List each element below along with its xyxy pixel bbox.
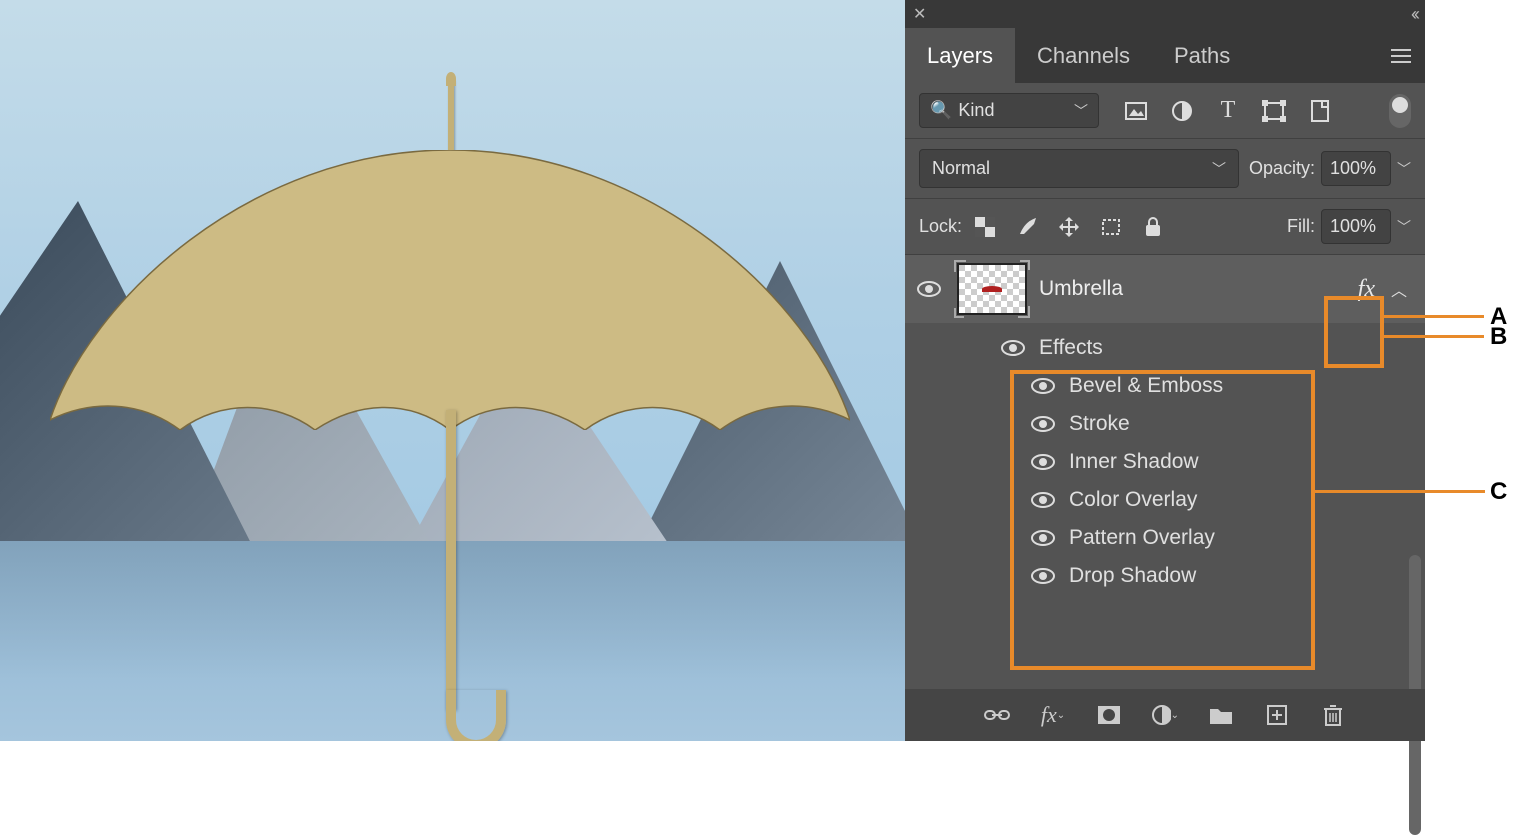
layers-list: Umbrella fx ︿ Effects Bevel & Emboss Str… (905, 255, 1425, 607)
filter-kind-label: Kind (958, 100, 994, 121)
effects-collapse-toggle[interactable]: ︿ (1391, 277, 1413, 301)
umbrella-artwork (50, 70, 850, 730)
effect-item[interactable]: Stroke (1001, 405, 1425, 443)
filter-kind-dropdown[interactable]: 🔍 Kind ﹀ (919, 93, 1099, 128)
fill-label: Fill: (1287, 216, 1315, 237)
visibility-toggle[interactable] (1031, 416, 1059, 432)
visibility-toggle[interactable] (1031, 378, 1059, 394)
blend-row: Normal ﹀ Opacity: 100% ﹀ (905, 139, 1425, 199)
effect-name: Color Overlay (1069, 488, 1197, 512)
chevron-down-icon: ﹀ (1074, 101, 1088, 121)
effect-item[interactable]: Color Overlay (1001, 481, 1425, 519)
group-icon[interactable] (1207, 701, 1235, 729)
delete-layer-icon[interactable] (1319, 701, 1347, 729)
layer-name[interactable]: Umbrella (1039, 277, 1123, 301)
opacity-input[interactable]: 100% (1321, 151, 1391, 186)
lock-transparency-icon[interactable] (972, 214, 998, 240)
panel-titlebar[interactable]: ✕ ‹‹ (905, 0, 1425, 28)
effect-name: Drop Shadow (1069, 564, 1196, 588)
lock-row: Lock: Fill: 100% ﹀ (905, 199, 1425, 255)
panel-bottom-toolbar: fx⌄ ⌄ (905, 689, 1425, 741)
layer-row-umbrella[interactable]: Umbrella fx ︿ (905, 255, 1425, 323)
annotation-leader-line (1384, 315, 1484, 318)
lock-all-icon[interactable] (1140, 214, 1166, 240)
chevron-down-icon: ﹀ (1212, 159, 1226, 179)
panel-tabs: Layers Channels Paths (905, 28, 1425, 83)
fill-stepper[interactable]: ﹀ (1397, 217, 1411, 237)
effect-item[interactable]: Drop Shadow (1001, 557, 1425, 595)
layer-mask-icon[interactable] (1095, 701, 1123, 729)
tab-paths[interactable]: Paths (1152, 28, 1252, 83)
effects-list: Effects Bevel & Emboss Stroke Inner Shad… (905, 323, 1425, 607)
effect-name: Stroke (1069, 412, 1130, 436)
blend-mode-dropdown[interactable]: Normal ﹀ (919, 149, 1239, 188)
new-layer-icon[interactable] (1263, 701, 1291, 729)
filter-pixel-icon[interactable] (1123, 98, 1149, 124)
layers-panel: ✕ ‹‹ Layers Channels Paths 🔍 Kind ﹀ T Nor… (905, 0, 1425, 741)
tab-channels[interactable]: Channels (1015, 28, 1152, 83)
filter-shape-icon[interactable] (1261, 98, 1287, 124)
close-icon[interactable]: ✕ (913, 4, 926, 24)
effects-heading: Effects (1039, 336, 1103, 360)
adjustment-layer-icon[interactable]: ⌄ (1151, 701, 1179, 729)
collapse-icon[interactable]: ‹‹ (1411, 4, 1417, 25)
effect-name: Bevel & Emboss (1069, 374, 1223, 398)
visibility-toggle[interactable] (1031, 530, 1059, 546)
visibility-toggle[interactable] (1031, 492, 1059, 508)
visibility-toggle[interactable] (917, 281, 945, 297)
visibility-toggle[interactable] (1031, 454, 1059, 470)
layer-thumbnail[interactable] (957, 263, 1027, 315)
annotation-label-b: B (1490, 323, 1507, 351)
filter-adjustment-icon[interactable] (1169, 98, 1195, 124)
effect-name: Inner Shadow (1069, 450, 1199, 474)
lock-label: Lock: (919, 216, 962, 237)
lock-position-icon[interactable] (1056, 214, 1082, 240)
annotation-leader-line (1315, 490, 1485, 493)
tab-layers[interactable]: Layers (905, 28, 1015, 83)
filter-toggle[interactable] (1389, 94, 1411, 128)
fill-input[interactable]: 100% (1321, 209, 1391, 244)
visibility-toggle[interactable] (1031, 568, 1059, 584)
opacity-label: Opacity: (1249, 158, 1315, 179)
effect-name: Pattern Overlay (1069, 526, 1215, 550)
umbrella-canopy (50, 150, 850, 430)
lock-artboard-icon[interactable] (1098, 214, 1124, 240)
layer-style-icon[interactable]: fx⌄ (1039, 701, 1067, 729)
effect-item[interactable]: Pattern Overlay (1001, 519, 1425, 557)
effect-item[interactable]: Inner Shadow (1001, 443, 1425, 481)
search-icon: 🔍 (930, 100, 952, 121)
effect-item[interactable]: Bevel & Emboss (1001, 367, 1425, 405)
visibility-toggle[interactable] (1001, 340, 1029, 356)
filter-row: 🔍 Kind ﹀ T (905, 83, 1425, 139)
effects-heading-row[interactable]: Effects (1001, 329, 1425, 367)
canvas-viewport (0, 0, 905, 741)
annotation-leader-line (1384, 335, 1484, 338)
filter-smartobject-icon[interactable] (1307, 98, 1333, 124)
fx-indicator[interactable]: fx (1354, 276, 1379, 303)
filter-type-icon[interactable]: T (1215, 98, 1241, 124)
panel-menu-icon[interactable] (1377, 28, 1425, 83)
opacity-stepper[interactable]: ﹀ (1397, 159, 1411, 179)
lock-pixels-icon[interactable] (1014, 214, 1040, 240)
annotation-label-c: C (1490, 478, 1507, 506)
link-layers-icon[interactable] (983, 701, 1011, 729)
blend-mode-value: Normal (932, 158, 990, 179)
